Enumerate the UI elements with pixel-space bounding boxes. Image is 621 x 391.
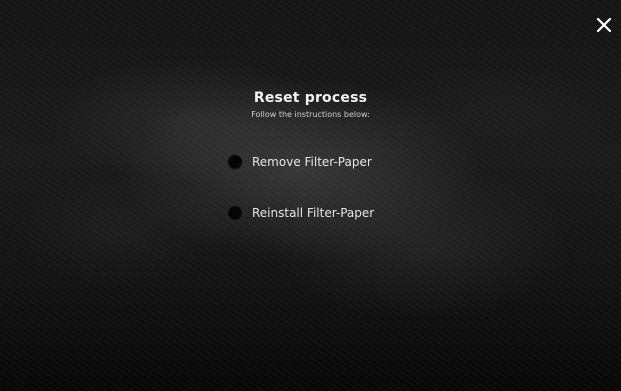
dialog-title: Reset process: [253, 90, 368, 106]
close-icon: [596, 17, 612, 33]
reset-process-screen: Reset process Follow the instructions be…: [0, 0, 621, 391]
step-label: Reinstall Filter-Paper: [252, 206, 375, 220]
close-button[interactable]: [593, 14, 615, 36]
step-radio-indicator[interactable]: [227, 205, 243, 221]
step-radio-indicator[interactable]: [227, 154, 243, 170]
step-reinstall-filter-paper[interactable]: Reinstall Filter-Paper: [227, 205, 374, 221]
dialog-subtitle: Follow the instructions below:: [251, 110, 370, 119]
background-texture: [0, 0, 621, 391]
step-remove-filter-paper[interactable]: Remove Filter-Paper: [227, 154, 372, 170]
step-label: Remove Filter-Paper: [252, 155, 372, 169]
